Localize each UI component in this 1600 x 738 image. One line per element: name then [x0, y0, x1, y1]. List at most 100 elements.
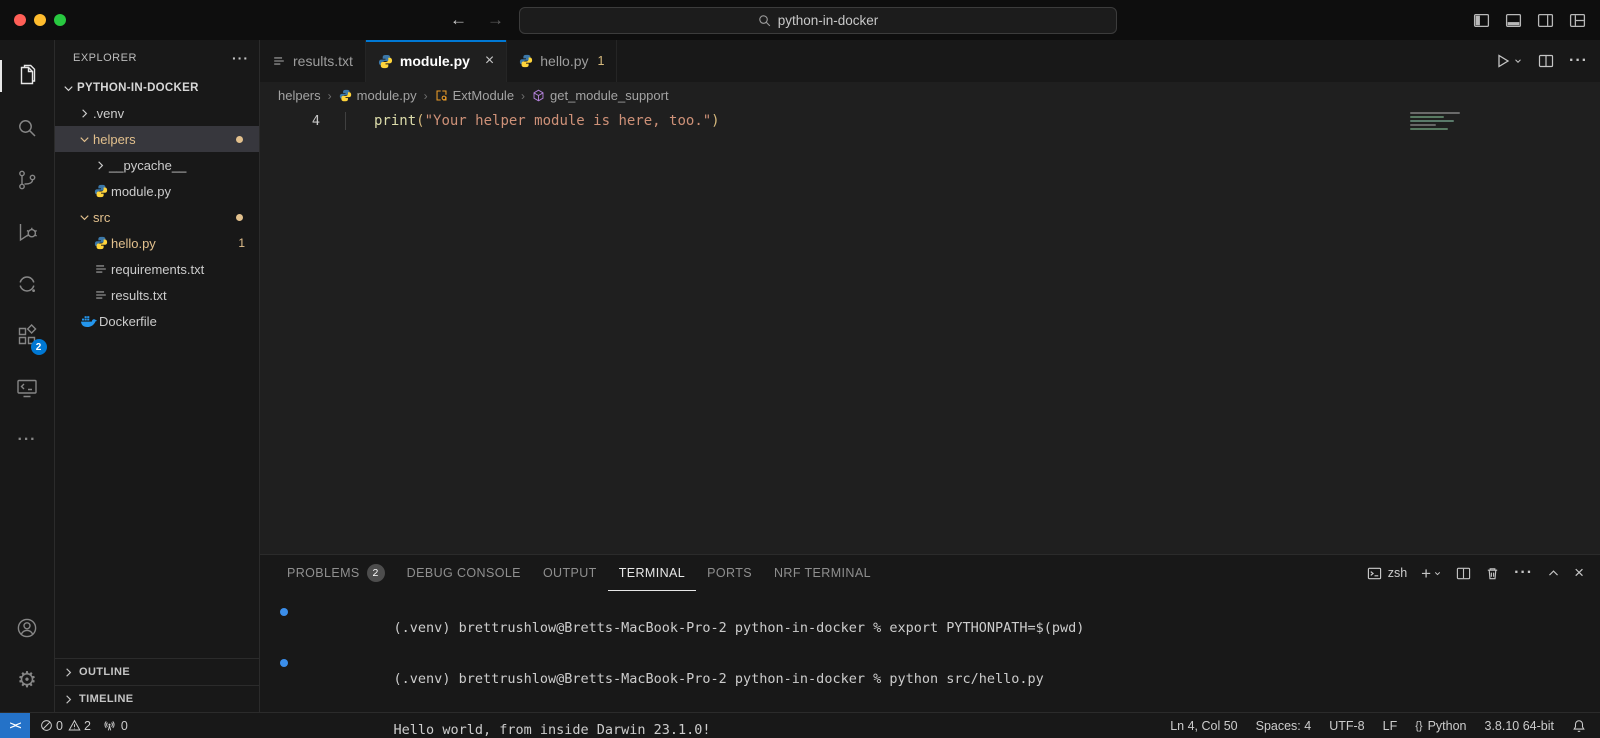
outline-section[interactable]: OUTLINE [55, 658, 259, 685]
tab-output[interactable]: OUTPUT [532, 555, 608, 591]
breadcrumb: helpers › module.py › ExtModule › get_mo… [260, 82, 1600, 109]
run-python-file-icon[interactable] [1495, 53, 1523, 69]
toggle-sidebar-icon[interactable] [1473, 12, 1490, 29]
tree-root-python-in-docker[interactable]: PYTHON-IN-DOCKER [55, 76, 259, 100]
window-controls [14, 14, 66, 26]
tree-item-requirements-txt[interactable]: requirements.txt [55, 256, 259, 282]
activity-bar: 2 ··· ⚙ [0, 40, 55, 712]
terminal-line: Hello world, from inside Darwin 23.1.0! [393, 722, 711, 738]
editor-tab-bar: results.txt module.py × hello.py 1 ··· [260, 40, 1600, 82]
command-success-marker [280, 659, 288, 667]
problems-badge: 2 [366, 564, 385, 582]
remote-indicator[interactable]: >< [0, 713, 30, 738]
breadcrumb-method[interactable]: get_module_support [532, 88, 669, 103]
chevron-right-icon [91, 158, 109, 173]
zoom-window-button[interactable] [54, 14, 66, 26]
more-views-icon[interactable]: ··· [0, 414, 55, 466]
command-center-text: python-in-docker [777, 13, 879, 28]
problems-status[interactable]: 0 2 [40, 719, 91, 733]
shell-selector[interactable]: zsh [1367, 566, 1407, 581]
breadcrumb-class[interactable]: ExtModule [435, 88, 514, 103]
tree-item-hello-py[interactable]: hello.py 1 [55, 230, 259, 256]
extensions-icon[interactable]: 2 [0, 310, 55, 362]
close-panel-icon[interactable]: × [1574, 563, 1584, 583]
run-debug-icon[interactable] [0, 206, 55, 258]
code-editor[interactable]: 4 print("Your helper module is here, too… [260, 109, 1600, 554]
tab-hello-py[interactable]: hello.py 1 [507, 40, 618, 82]
command-center-search[interactable]: python-in-docker [519, 7, 1117, 34]
explorer-icon[interactable] [0, 50, 55, 102]
editor-more-actions-icon[interactable]: ··· [1569, 52, 1588, 70]
terminal-icon [1367, 566, 1382, 581]
terminal-line: (.venv) brettrushlow@Bretts-MacBook-Pro-… [280, 654, 1600, 705]
chevron-right-icon [59, 665, 77, 680]
new-terminal-icon[interactable]: + [1421, 565, 1442, 582]
python-icon [91, 184, 111, 198]
chevron-right-icon: › [521, 88, 526, 103]
problems-count-badge: 1 [238, 236, 245, 250]
tab-results-txt[interactable]: results.txt [260, 40, 366, 82]
tree-item-src[interactable]: src [55, 204, 259, 230]
tab-terminal[interactable]: TERMINAL [607, 555, 697, 591]
kill-terminal-icon[interactable] [1485, 566, 1500, 581]
vscode-window: ← → python-in-docker 2 ··· ⚙ EXPLORER ··… [0, 0, 1600, 738]
warning-icon [68, 719, 81, 732]
jupyter-icon[interactable] [0, 258, 55, 310]
symbol-method-icon [532, 89, 545, 102]
minimize-window-button[interactable] [34, 14, 46, 26]
account-icon[interactable] [0, 602, 55, 654]
navigate-forward-icon[interactable]: → [487, 10, 504, 30]
docker-icon [79, 314, 99, 328]
tab-module-py[interactable]: module.py × [365, 40, 508, 82]
code-line-4: 4 print("Your helper module is here, too… [260, 111, 1600, 131]
search-view-icon[interactable] [0, 102, 55, 154]
ports-status[interactable]: 0 [103, 719, 128, 733]
tree-item-venv[interactable]: .venv [55, 100, 259, 126]
bottom-panel: PROBLEMS 2 DEBUG CONSOLE OUTPUT TERMINAL… [260, 554, 1600, 738]
tree-item-helpers[interactable]: helpers [55, 126, 259, 152]
minimap[interactable] [1410, 112, 1468, 132]
tab-nrf-terminal[interactable]: NRF TERMINAL [763, 555, 882, 591]
indent-guide [345, 112, 346, 130]
chevron-down-icon [75, 210, 93, 225]
tab-debug-console[interactable]: DEBUG CONSOLE [396, 555, 532, 591]
command-success-marker [280, 608, 288, 616]
explorer-more-actions-icon[interactable]: ··· [232, 50, 249, 66]
source-control-icon[interactable] [0, 154, 55, 206]
line-number: 4 [311, 113, 320, 129]
python-icon [378, 54, 393, 69]
tab-problems-badge: 1 [597, 54, 605, 68]
tree-item-pycache[interactable]: __pycache__ [55, 152, 259, 178]
text-file-icon [91, 288, 111, 302]
split-editor-icon[interactable] [1538, 53, 1554, 69]
tree-item-dockerfile[interactable]: Dockerfile [55, 308, 259, 334]
tab-ports[interactable]: PORTS [696, 555, 763, 591]
explorer-sidebar: EXPLORER ··· PYTHON-IN-DOCKER .venv help… [55, 40, 260, 712]
tree-item-module-py[interactable]: module.py [55, 178, 259, 204]
breadcrumb-file[interactable]: module.py [339, 88, 417, 103]
chevron-right-icon [75, 106, 93, 121]
close-window-button[interactable] [14, 14, 26, 26]
title-bar: ← → python-in-docker [0, 0, 1600, 40]
maximize-panel-icon[interactable] [1547, 567, 1560, 580]
breadcrumb-folder[interactable]: helpers [278, 88, 321, 103]
chevron-down-icon [75, 132, 93, 147]
toggle-secondary-sidebar-icon[interactable] [1537, 12, 1554, 29]
error-icon [40, 719, 53, 732]
close-tab-icon[interactable]: × [485, 53, 494, 69]
tab-problems[interactable]: PROBLEMS 2 [276, 555, 396, 591]
modified-dot-badge [236, 135, 243, 143]
tree-item-results-txt[interactable]: results.txt [55, 282, 259, 308]
timeline-section[interactable]: TIMELINE [55, 685, 259, 712]
panel-more-actions-icon[interactable]: ··· [1514, 564, 1533, 582]
navigate-back-icon[interactable]: ← [450, 10, 467, 30]
customize-layout-icon[interactable] [1569, 12, 1586, 29]
terminal-output[interactable]: (.venv) brettrushlow@Bretts-MacBook-Pro-… [260, 591, 1600, 738]
toggle-panel-icon[interactable] [1505, 12, 1522, 29]
split-terminal-icon[interactable] [1456, 566, 1471, 581]
python-icon [339, 89, 352, 102]
search-icon [758, 14, 771, 27]
settings-gear-icon[interactable]: ⚙ [0, 654, 55, 706]
extensions-badge: 2 [30, 339, 47, 355]
remote-explorer-icon[interactable] [0, 362, 55, 414]
